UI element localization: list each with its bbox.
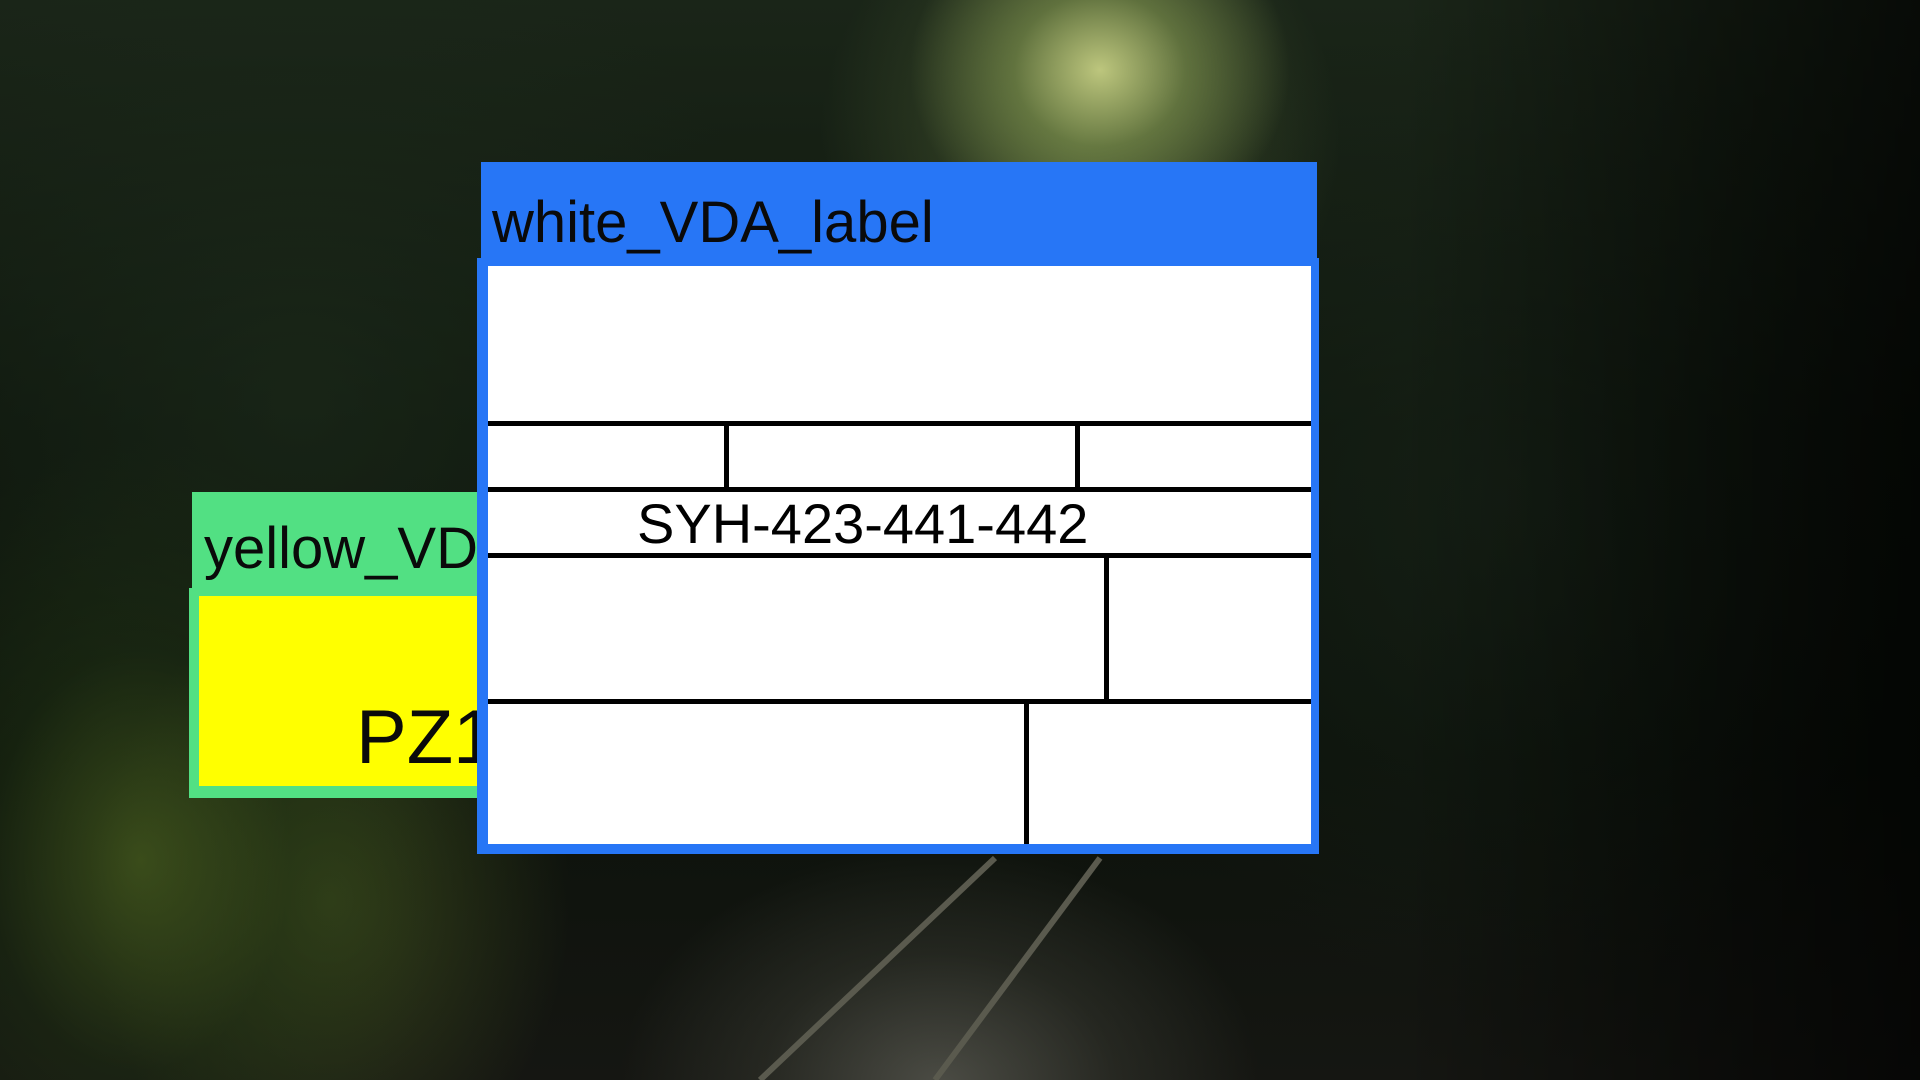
label-grid-line [488, 699, 1311, 704]
label-grid-line [1075, 421, 1080, 491]
label-grid-line [488, 421, 1311, 426]
white-label-code: SYH-423-441-442 [637, 492, 1089, 555]
yellow-label-body[interactable]: PZ1 [199, 596, 495, 786]
yellow-label-title: yellow_VD [204, 516, 478, 581]
screen: yellow_VD PZ1 white_VDA_label SYH-423-44… [0, 0, 1920, 1080]
label-grid-line [1024, 699, 1029, 844]
yellow-label-code: PZ1 [356, 695, 495, 780]
label-grid-line [724, 421, 729, 491]
label-grid-line [1104, 553, 1109, 703]
white-label-title: white_VDA_label [492, 190, 934, 255]
white-label-body[interactable] [488, 266, 1311, 844]
